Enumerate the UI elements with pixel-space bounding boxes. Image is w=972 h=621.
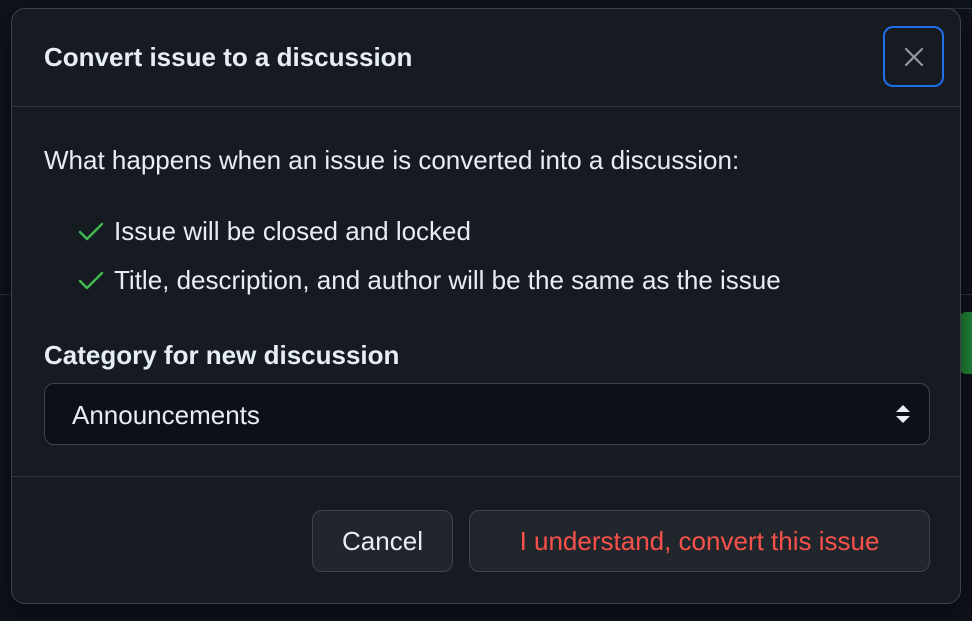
dialog-body: What happens when an issue is converted … [12,107,960,477]
intro-text: What happens when an issue is converted … [44,145,740,175]
background-green-button [960,312,972,374]
select-caret-icon [895,404,911,424]
close-button[interactable] [883,26,944,87]
check-icon [78,267,104,293]
list-item: Issue will be closed and locked [78,215,471,247]
dialog-title: Convert issue to a discussion [44,42,413,72]
list-item-text: Title, description, and author will be t… [114,264,781,295]
category-select-value: Announcements [72,400,260,430]
convert-issue-button[interactable]: I understand, convert this issue [469,510,930,572]
cancel-button[interactable]: Cancel [312,510,453,572]
category-label: Category for new discussion [44,340,400,370]
dialog-footer: Cancel I understand, convert this issue [12,477,960,605]
close-icon [903,46,925,68]
check-icon [78,218,104,244]
dialog-header: Convert issue to a discussion [12,9,960,107]
convert-issue-dialog: Convert issue to a discussion What happe… [11,8,961,604]
list-item: Title, description, and author will be t… [78,264,781,296]
category-select[interactable]: Announcements [44,383,930,445]
list-item-text: Issue will be closed and locked [114,215,471,246]
